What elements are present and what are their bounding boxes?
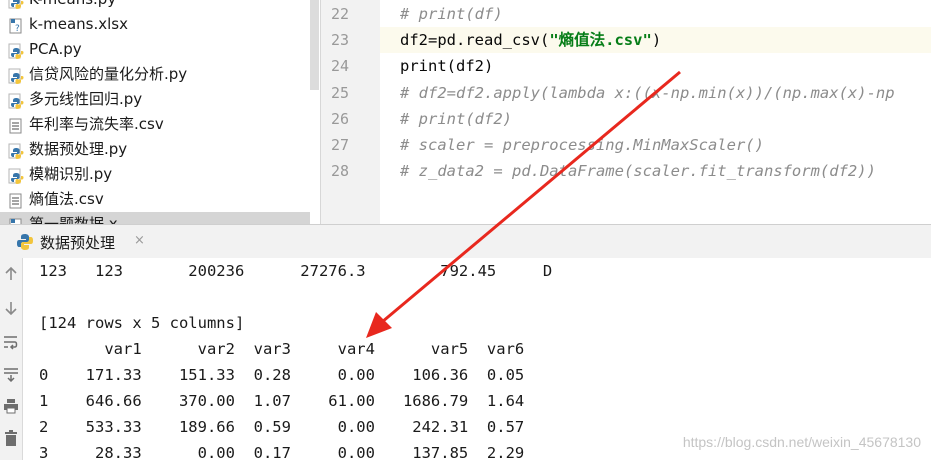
console-line: 0 171.33 151.33 0.28 0.00 106.36 0.05: [39, 366, 525, 384]
line-number: 26: [330, 109, 349, 128]
python-file-icon: [8, 42, 24, 59]
tree-item-label: 多元线性回归.py: [29, 90, 143, 108]
console-line: var1 var2 var3 var4 var5 var6: [39, 340, 525, 358]
code-token: ): [651, 31, 662, 50]
code-token: df2=pd.read_csv(: [400, 31, 550, 50]
line-number: 25: [330, 83, 349, 102]
run-tab-label: 数据预处理: [40, 234, 116, 252]
python-file-icon: [8, 142, 24, 159]
print-icon[interactable]: [3, 398, 19, 414]
close-icon[interactable]: ×: [134, 233, 145, 248]
tree-item-label: 第一题数据.x: [29, 215, 118, 224]
tree-item-label: 熵值法.csv: [29, 190, 104, 208]
console-line: 1 646.66 370.00 1.07 61.00 1686.79 1.64: [39, 392, 525, 410]
line-number: 27: [330, 136, 349, 154]
watermark: https://blog.csdn.net/weixin_45678130: [682, 434, 921, 450]
tree-item[interactable]: 信贷风险的量化分析.py: [0, 62, 310, 87]
tree-item[interactable]: PCA.py: [0, 37, 310, 62]
python-file-icon: [8, 0, 24, 9]
python-file-icon: [8, 167, 24, 184]
tree-item-label: 信贷风险的量化分析.py: [29, 65, 188, 83]
code-token: # print(df): [400, 5, 503, 23]
code-line: # z_data2 = pd.DataFrame(scaler.fit_tran…: [400, 158, 876, 184]
run-console-output[interactable]: 123 123 200236 27276.3 792.45 D [124 rows…: [23, 258, 931, 460]
tree-item[interactable]: ? 第一题数据.x: [0, 212, 310, 224]
code-token: # z_data2 = pd.DataFrame(scaler.fit_tran…: [400, 162, 876, 181]
soft-wrap-icon[interactable]: [3, 334, 19, 350]
line-number: 28: [330, 162, 349, 181]
svg-text:?: ?: [15, 24, 20, 34]
text-file-icon: [8, 117, 24, 134]
code-token: print(df2): [400, 57, 494, 76]
code-line: # df2=df2.apply(lambda x:((x-np.min(x))/…: [400, 80, 895, 106]
code-token: # print(df2): [400, 109, 512, 128]
run-tool-window-header: 数据预处理 ×: [0, 224, 931, 259]
code-line: # print(df): [400, 1, 503, 27]
code-line: # print(df2): [400, 106, 512, 132]
line-number: 23: [330, 31, 349, 50]
python-file-icon: [8, 92, 24, 109]
tree-item-label: 年利率与流失率.csv: [29, 115, 164, 133]
tab-run-config[interactable]: 数据预处理 ×: [10, 225, 146, 258]
console-line: 2 533.33 189.66 0.59 0.00 242.31 0.57: [39, 418, 525, 436]
tree-item-label: 模糊识别.py: [29, 165, 113, 183]
console-line: 123 123 200236 27276.3 792.45 D: [39, 262, 553, 280]
python-run-icon: [16, 233, 34, 251]
console-toolbar: [0, 258, 23, 460]
tree-item-label: 数据预处理.py: [29, 140, 128, 158]
tree-item[interactable]: ? k-means.xlsx: [0, 12, 310, 37]
tree-item-label: K-means.py: [29, 0, 116, 12]
project-tree-scrollbar[interactable]: [310, 0, 319, 90]
code-line: df2=pd.read_csv("熵值法.csv"): [400, 27, 661, 53]
tree-item[interactable]: 熵值法.csv: [0, 187, 310, 212]
text-file-icon: [8, 192, 24, 209]
code-line: print(df2): [400, 53, 493, 79]
unknown-file-icon: ?: [8, 217, 24, 224]
unknown-file-icon: ?: [8, 17, 24, 34]
trash-icon[interactable]: [3, 430, 19, 446]
code-editor[interactable]: # print(df) df2=pd.read_csv("熵值法.csv") pri…: [380, 0, 931, 224]
tree-item-label: PCA.py: [29, 40, 82, 58]
line-number: 24: [330, 57, 349, 76]
tree-item[interactable]: K-means.py: [0, 0, 310, 12]
code-token: # scaler = preprocessing.MinMaxScaler(): [400, 136, 764, 154]
line-number: 22: [330, 5, 349, 23]
code-token: # df2=df2.apply(lambda x:((x-np.min(x))/…: [400, 83, 895, 102]
project-tree: K-means.py? k-means.xlsx PCA.py 信贷风险的量化分析.p…: [0, 0, 320, 224]
tree-item[interactable]: 年利率与流失率.csv: [0, 112, 310, 137]
scroll-to-end-icon[interactable]: [3, 366, 19, 383]
code-token: "熵值法.csv": [549, 31, 652, 50]
python-file-icon: [8, 67, 24, 84]
tree-item[interactable]: 多元线性回归.py: [0, 87, 310, 112]
editor-gutter: 22 23 24 25 26 27 28: [320, 0, 395, 224]
console-line: 3 28.33 0.00 0.17 0.00 137.85 2.29: [39, 444, 525, 460]
tree-item-label: k-means.xlsx: [29, 15, 128, 33]
up-arrow-icon[interactable]: [3, 266, 19, 282]
tree-item[interactable]: 模糊识别.py: [0, 162, 310, 187]
tree-item[interactable]: 数据预处理.py: [0, 137, 310, 162]
code-line: # scaler = preprocessing.MinMaxScaler(): [400, 132, 764, 158]
console-line: [124 rows x 5 columns]: [39, 314, 245, 332]
down-arrow-icon[interactable]: [3, 300, 19, 316]
